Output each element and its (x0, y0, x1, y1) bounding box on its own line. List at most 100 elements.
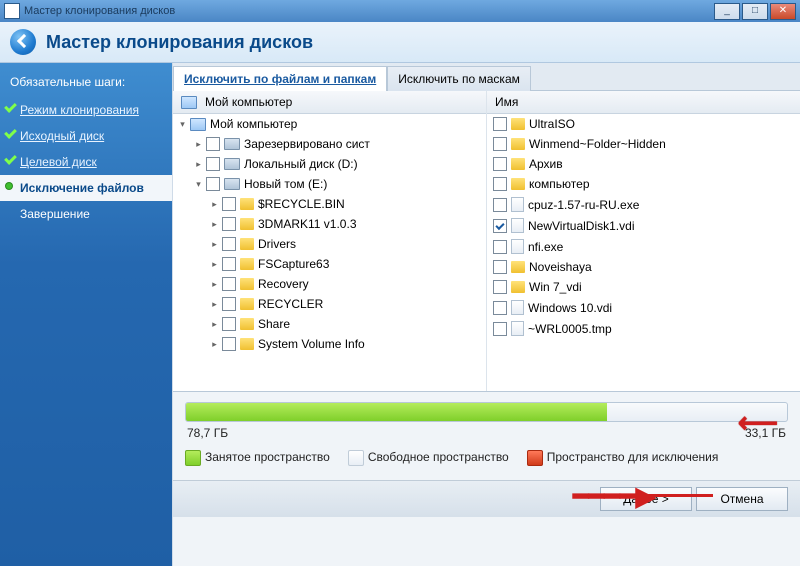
tree-row[interactable]: ▸$RECYCLE.BIN (173, 194, 486, 214)
folder-icon (511, 178, 525, 190)
file-icon (511, 321, 524, 336)
expander-icon[interactable]: ▸ (209, 299, 220, 310)
checkbox[interactable] (222, 297, 236, 311)
file-icon (511, 239, 524, 254)
checkbox[interactable] (493, 260, 507, 274)
minimize-button[interactable]: _ (714, 3, 740, 20)
maximize-button[interactable]: □ (742, 3, 768, 20)
tree-row[interactable]: ▸ FSCapture63 (173, 254, 486, 274)
tab-exclude-by-files[interactable]: Исключить по файлам и папкам (173, 66, 387, 91)
expander-icon[interactable]: ▸ (209, 339, 220, 350)
checkbox[interactable] (493, 301, 507, 315)
checkbox[interactable] (493, 198, 507, 212)
file-icon (511, 197, 524, 212)
tree-item-label: Drivers (258, 237, 296, 251)
expander-icon[interactable]: ▸ (193, 139, 204, 150)
list-row[interactable]: Winmend~Folder~Hidden (487, 134, 800, 154)
checkbox[interactable] (222, 257, 236, 271)
list-panel[interactable]: Имя UltraISOWinmend~Folder~HiddenАрхивко… (487, 91, 800, 391)
legend-excl-swatch (527, 450, 543, 466)
tree-row[interactable]: ▸ Drivers (173, 234, 486, 254)
wizard-step[interactable]: Режим клонирования (0, 97, 172, 123)
list-item-label: nfi.exe (528, 240, 563, 254)
checkbox[interactable] (493, 137, 507, 151)
list-row[interactable]: Windows 10.vdi (487, 297, 800, 318)
checkbox[interactable] (493, 219, 507, 233)
tree-item-label: 3DMARK11 v1.0.3 (258, 217, 357, 231)
tree-item-label: System Volume Info (258, 337, 365, 351)
tree-row[interactable]: ▾Мой компьютер (173, 114, 486, 134)
expander-icon[interactable]: ▸ (209, 239, 220, 250)
wizard-step[interactable]: Завершение (0, 201, 172, 227)
expander-icon[interactable]: ▸ (209, 319, 220, 330)
folder-icon (511, 118, 525, 130)
list-item-label: Windows 10.vdi (528, 301, 612, 315)
tree-row[interactable]: ▸ 3DMARK11 v1.0.3 (173, 214, 486, 234)
checkbox[interactable] (222, 317, 236, 331)
checkbox[interactable] (493, 322, 507, 336)
list-row[interactable]: NewVirtualDisk1.vdi (487, 215, 800, 236)
checkbox[interactable] (206, 137, 220, 151)
expander-icon[interactable]: ▸ (209, 279, 220, 290)
tree-panel[interactable]: Мой компьютер ▾Мой компьютер▸Зарезервиро… (173, 91, 487, 391)
list-row[interactable]: cpuz-1.57-ru-RU.exe (487, 194, 800, 215)
tree-row[interactable]: ▸Recovery (173, 274, 486, 294)
window-controls: _ □ ✕ (714, 3, 796, 20)
tree-row[interactable]: ▸ System Volume Info (173, 334, 486, 354)
checkbox[interactable] (493, 117, 507, 131)
drive-icon (224, 138, 240, 150)
checkbox[interactable] (206, 157, 220, 171)
folder-icon (511, 138, 525, 150)
tree-item-label: Share (258, 317, 290, 331)
list-row[interactable]: UltraISO (487, 114, 800, 134)
back-button[interactable] (10, 29, 36, 55)
checkbox[interactable] (222, 217, 236, 231)
expander-icon[interactable]: ▸ (193, 159, 204, 170)
expander-icon[interactable]: ▾ (177, 119, 188, 130)
expander-icon[interactable]: ▸ (209, 219, 220, 230)
tree-row[interactable]: ▸Зарезервировано сист (173, 134, 486, 154)
tree-row[interactable]: ▾Новый том (E:) (173, 174, 486, 194)
folder-icon (511, 261, 525, 273)
folder-icon (240, 338, 254, 350)
list-row[interactable]: Win 7_vdi (487, 277, 800, 297)
checkbox[interactable] (493, 157, 507, 171)
main-panel: Исключить по файлам и папкам Исключить п… (172, 63, 800, 566)
checkbox[interactable] (222, 337, 236, 351)
wizard-step[interactable]: Целевой диск (0, 149, 172, 175)
tree-row[interactable]: ▸ RECYCLER (173, 294, 486, 314)
checkbox[interactable] (222, 197, 236, 211)
list-item-label: Winmend~Folder~Hidden (529, 137, 666, 151)
checkbox[interactable] (493, 240, 507, 254)
folder-icon (240, 298, 254, 310)
cancel-button[interactable]: Отмена (696, 487, 788, 511)
list-row[interactable]: компьютер (487, 174, 800, 194)
tree-row[interactable]: ▸ Share (173, 314, 486, 334)
checkbox[interactable] (493, 177, 507, 191)
list-item-label: компьютер (529, 177, 590, 191)
tree-row[interactable]: ▸Локальный диск (D:) (173, 154, 486, 174)
list-row[interactable]: ~WRL0005.tmp (487, 318, 800, 339)
list-row[interactable]: Архив (487, 154, 800, 174)
titlebar[interactable]: Мастер клонирования дисков _ □ ✕ (0, 0, 800, 22)
wizard-step[interactable]: Исключение файлов (0, 175, 172, 201)
checkbox[interactable] (206, 177, 220, 191)
close-button[interactable]: ✕ (770, 3, 796, 20)
tab-exclude-by-masks[interactable]: Исключить по маскам (387, 66, 531, 91)
list-row[interactable]: Noveishaya (487, 257, 800, 277)
list-row[interactable]: nfi.exe (487, 236, 800, 257)
app-window: Мастер клонирования дисков _ □ ✕ Мастер … (0, 0, 800, 566)
checkbox[interactable] (222, 237, 236, 251)
expander-icon[interactable]: ▸ (209, 259, 220, 270)
tree-item-label: RECYCLER (258, 297, 323, 311)
list-item-label: NewVirtualDisk1.vdi (528, 219, 634, 233)
tree-item-label: FSCapture63 (258, 257, 329, 271)
expander-icon[interactable]: ▸ (209, 199, 220, 210)
wizard-step[interactable]: Исходный диск (0, 123, 172, 149)
checkbox[interactable] (222, 277, 236, 291)
checkbox[interactable] (493, 280, 507, 294)
expander-icon[interactable]: ▾ (193, 179, 204, 190)
list-item-label: ~WRL0005.tmp (528, 322, 612, 336)
progress-bar (185, 402, 788, 422)
list-item-label: Noveishaya (529, 260, 592, 274)
